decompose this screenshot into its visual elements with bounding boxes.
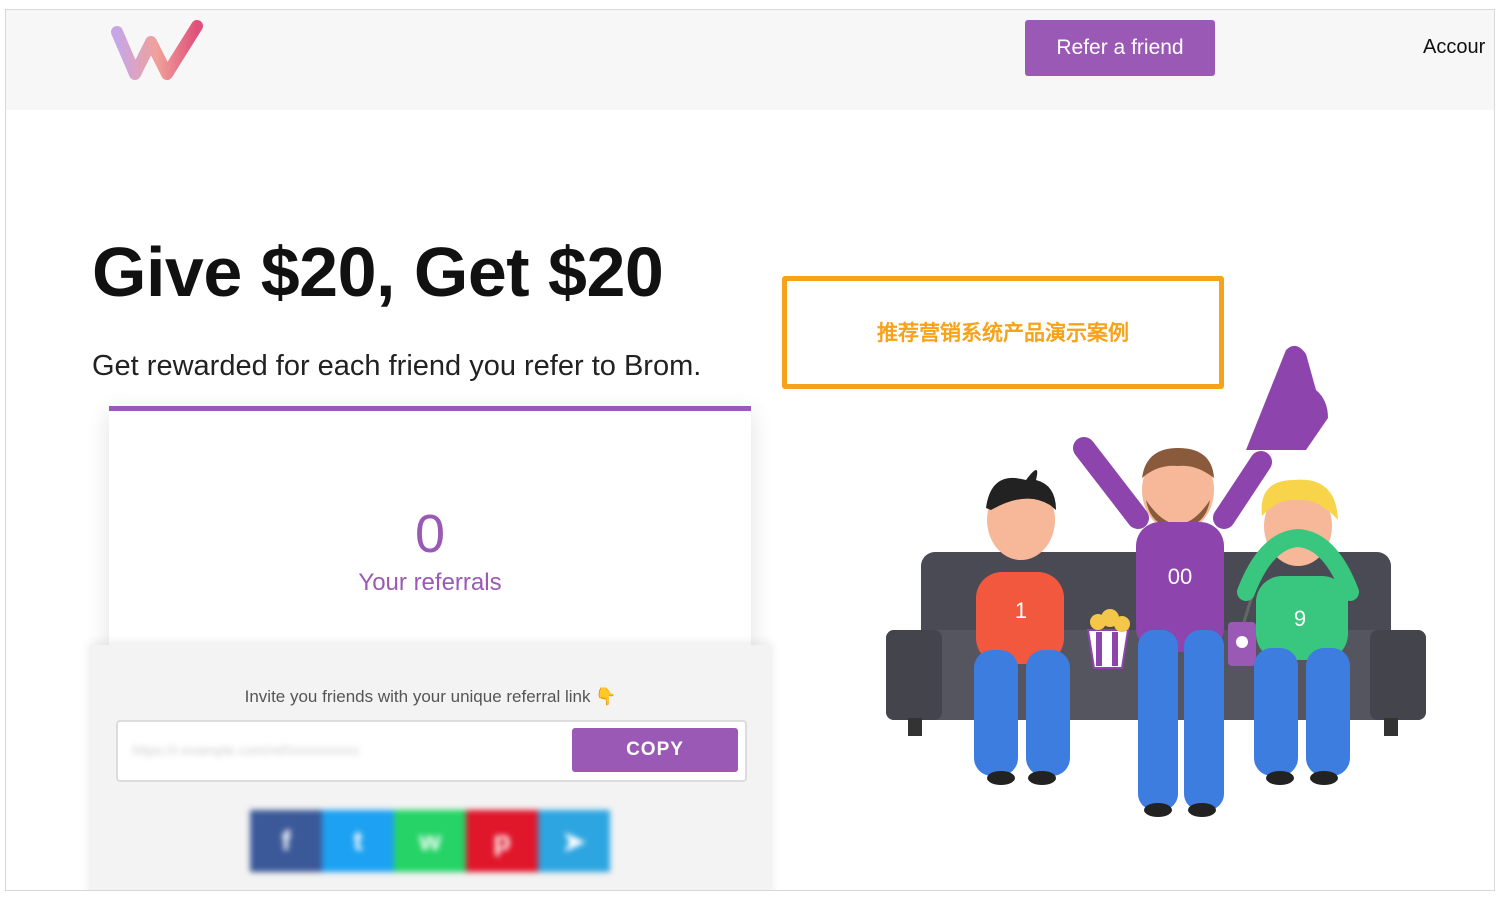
facebook-icon: f (281, 825, 291, 856)
jersey-number-00: 00 (1168, 564, 1192, 589)
whatsapp-share-button[interactable]: w (394, 810, 466, 872)
referral-link-box: COPY (116, 720, 747, 782)
friends-on-couch-illustration: 1 00 9 (886, 345, 1426, 817)
facebook-share-button[interactable]: f (250, 810, 322, 872)
account-link[interactable]: Accour (1423, 36, 1485, 59)
pinterest-share-button[interactable]: p (466, 810, 538, 872)
jersey-number-1: 1 (1015, 598, 1027, 623)
referrals-card: 0 Your referrals (109, 406, 751, 651)
whatsapp-icon: w (419, 825, 441, 856)
hero-title: Give $20, Get $20 (92, 233, 664, 311)
copy-link-button[interactable]: COPY (572, 728, 738, 772)
top-navbar: Refer a friend Accour (6, 10, 1494, 110)
referral-count: 0 (414, 504, 446, 564)
hero-subtitle: Get rewarded for each friend you refer t… (92, 350, 702, 382)
invite-instructions: Invite you friends with your unique refe… (244, 687, 617, 706)
invite-card: Invite you friends with your unique refe… (89, 645, 772, 890)
jersey-number-9: 9 (1294, 606, 1306, 631)
pinterest-icon: p (493, 825, 511, 856)
browser-viewport: Refer a friend Accour Give $20, Get $20 … (5, 9, 1495, 891)
social-share-buttons: f t w p ➤ (250, 810, 610, 872)
telegram-share-button[interactable]: ➤ (538, 810, 610, 872)
brand-logo-icon[interactable] (109, 14, 205, 82)
twitter-icon: t (353, 825, 363, 856)
twitter-share-button[interactable]: t (322, 810, 394, 872)
telegram-icon: ➤ (562, 825, 586, 857)
referral-count-label: Your referrals (358, 569, 502, 596)
refer-friend-button[interactable]: Refer a friend (1025, 20, 1215, 76)
referral-link-input[interactable] (130, 734, 564, 766)
